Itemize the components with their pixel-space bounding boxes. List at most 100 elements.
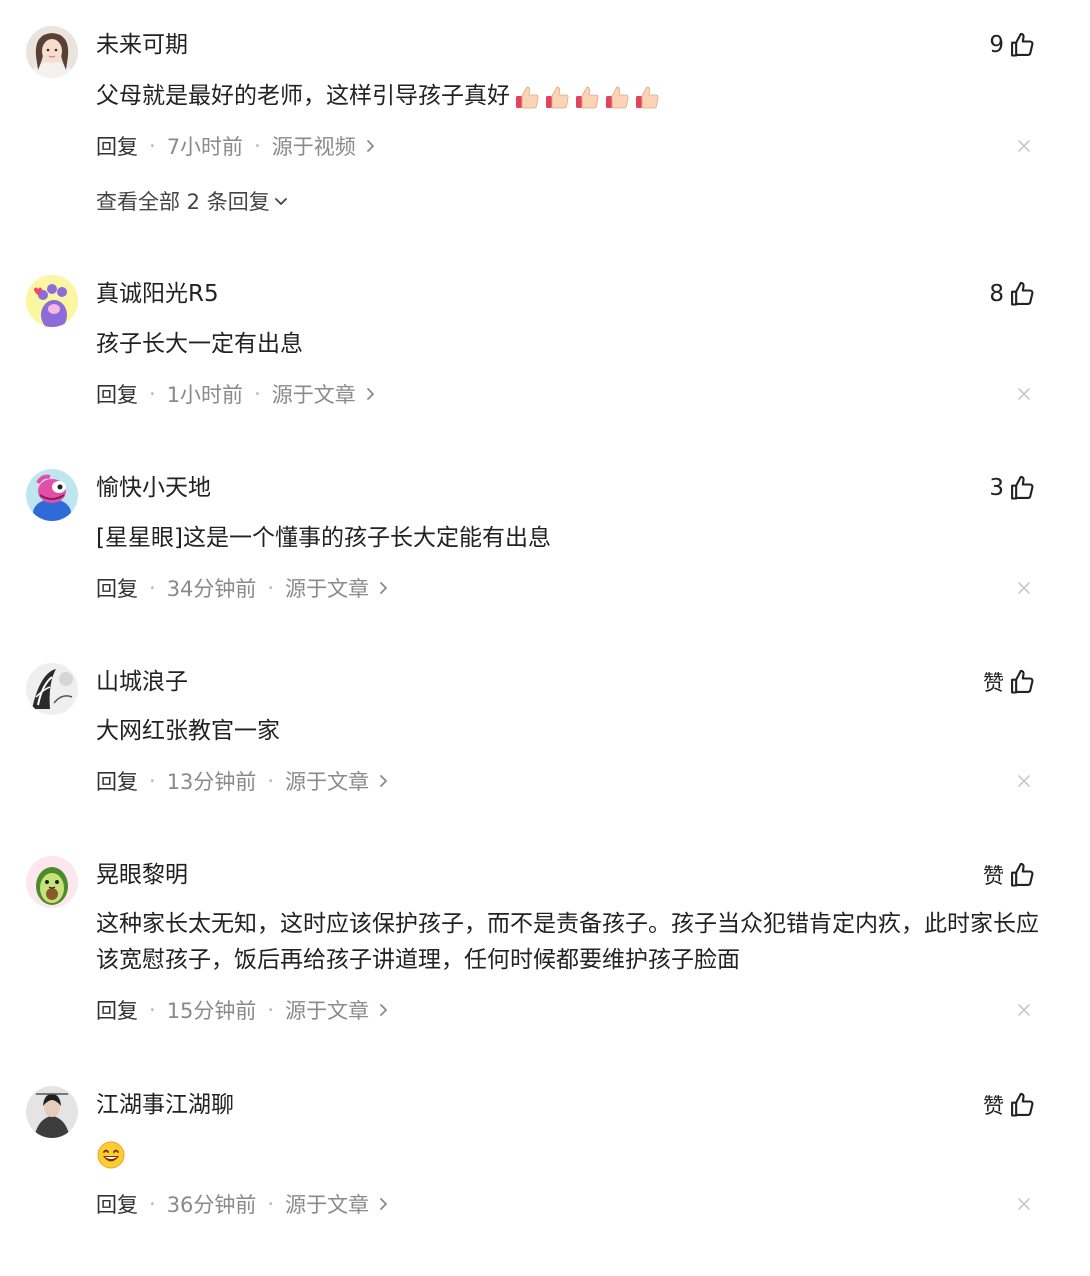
timestamp: 13分钟前 <box>166 770 257 794</box>
source-label: 源于文章 <box>285 577 370 601</box>
timestamp: 36分钟前 <box>166 1193 257 1217</box>
thumbs-up-emoji-icon <box>576 86 599 108</box>
like-count: 8 <box>989 281 1004 307</box>
comment-meta: 回复 · 7小时前 · 源于视频 <box>96 130 378 162</box>
reply-button[interactable]: 回复 <box>96 573 138 603</box>
source-label: 源于文章 <box>285 770 370 794</box>
view-all-replies-label: 查看全部 2 条回复 <box>96 190 270 214</box>
separator: · <box>267 769 275 793</box>
separator: · <box>254 134 261 158</box>
like-label: 赞 <box>983 1094 1004 1118</box>
grinning-face-emoji-icon <box>97 1141 125 1168</box>
source-link[interactable]: 源于视频 <box>272 131 378 161</box>
like-button[interactable]: 3 <box>989 471 1036 505</box>
comment-text: 孩子长大一定有出息 <box>96 331 303 357</box>
comment-text: 大网红张教官一家 <box>96 718 280 744</box>
comment-list: 未来可期 9 父母就是最好的老师，这样引导孩子真好 回复 · 7小时前 · 源于 <box>0 0 1090 1276</box>
avatar[interactable] <box>26 1086 78 1138</box>
like-button[interactable]: 赞 <box>983 858 1036 892</box>
username[interactable]: 真诚阳光R5 <box>96 277 219 311</box>
chevron-right-icon <box>380 1004 388 1016</box>
close-icon[interactable] <box>1016 138 1032 154</box>
reply-button[interactable]: 回复 <box>96 131 138 161</box>
close-icon[interactable] <box>1016 1196 1032 1212</box>
separator: · <box>149 382 156 406</box>
close-icon[interactable] <box>1016 386 1032 402</box>
thumbs-up-emoji-icon <box>516 86 539 108</box>
avatar[interactable] <box>26 663 78 715</box>
separator: · <box>267 576 275 600</box>
source-label: 源于视频 <box>271 135 356 159</box>
separator: · <box>149 134 156 158</box>
chevron-right-icon <box>366 140 374 152</box>
thumbs-up-icon <box>1011 281 1034 306</box>
like-button[interactable]: 9 <box>989 28 1036 62</box>
comment-meta: 回复 · 13分钟前 · 源于文章 <box>96 765 391 797</box>
source-label: 源于文章 <box>271 383 356 407</box>
avatar[interactable] <box>26 469 78 521</box>
like-button[interactable]: 赞 <box>983 665 1036 699</box>
thumbs-up-icon <box>1011 1092 1034 1117</box>
close-icon[interactable] <box>1016 580 1032 596</box>
separator: · <box>149 1192 156 1216</box>
like-count: 3 <box>989 475 1004 501</box>
chevron-right-icon <box>380 582 388 594</box>
chevron-down-icon <box>274 198 287 205</box>
thumbs-up-icon <box>1011 32 1034 57</box>
thumbs-up-icon <box>1011 862 1034 887</box>
close-icon[interactable] <box>1016 1002 1032 1018</box>
close-icon[interactable] <box>1016 773 1032 789</box>
like-count: 9 <box>989 32 1004 58</box>
separator: · <box>149 576 156 600</box>
like-label: 赞 <box>983 864 1004 888</box>
source-link[interactable]: 源于文章 <box>285 995 391 1025</box>
comment-meta: 回复 · 36分钟前 · 源于文章 <box>96 1188 391 1220</box>
timestamp: 15分钟前 <box>166 999 257 1023</box>
source-link[interactable]: 源于文章 <box>285 1189 391 1219</box>
comment-meta: 回复 · 34分钟前 · 源于文章 <box>96 572 391 604</box>
chevron-right-icon <box>380 775 388 787</box>
comment-meta: 回复 · 15分钟前 · 源于文章 <box>96 994 391 1026</box>
timestamp: 34分钟前 <box>166 577 257 601</box>
like-label: 赞 <box>983 671 1004 695</box>
separator: · <box>254 382 261 406</box>
avatar[interactable] <box>26 856 78 908</box>
thumbs-up-icon <box>1011 669 1034 694</box>
comment-meta: 回复 · 1小时前 · 源于文章 <box>96 378 378 410</box>
username[interactable]: 山城浪子 <box>96 665 188 699</box>
separator: · <box>149 769 156 793</box>
source-link[interactable]: 源于文章 <box>285 766 391 796</box>
avatar[interactable] <box>26 26 78 78</box>
separator: · <box>267 998 275 1022</box>
thumbs-up-emoji-icon <box>636 86 659 108</box>
avatar[interactable] <box>26 275 78 327</box>
comment-text: [星星眼]这是一个懂事的孩子长大定能有出息 <box>96 525 551 551</box>
like-button[interactable]: 8 <box>989 277 1036 311</box>
timestamp: 1小时前 <box>166 383 244 407</box>
thumbs-up-emoji-icon <box>606 86 629 108</box>
separator: · <box>267 1192 275 1216</box>
reply-button[interactable]: 回复 <box>96 766 138 796</box>
chevron-right-icon <box>366 388 374 400</box>
reply-button[interactable]: 回复 <box>96 995 138 1025</box>
chevron-right-icon <box>380 1198 388 1210</box>
reply-button[interactable]: 回复 <box>96 379 138 409</box>
thumbs-up-emoji-row <box>512 82 662 112</box>
source-label: 源于文章 <box>285 999 370 1023</box>
source-link[interactable]: 源于文章 <box>272 379 378 409</box>
reply-button[interactable]: 回复 <box>96 1189 138 1219</box>
comment-text: 父母就是最好的老师，这样引导孩子真好 <box>96 78 1042 114</box>
thumbs-up-icon <box>1011 475 1034 500</box>
username[interactable]: 江湖事江湖聊 <box>96 1088 234 1122</box>
comment-text <box>96 1136 1042 1172</box>
comment-text: 这种家长太无知，这时应该保护孩子，而不是责备孩子。孩子当众犯错肯定内疚，此时家长… <box>96 911 1039 973</box>
source-link[interactable]: 源于文章 <box>285 573 391 603</box>
like-button[interactable]: 赞 <box>983 1088 1036 1122</box>
timestamp: 7小时前 <box>166 135 244 159</box>
separator: · <box>149 998 156 1022</box>
username[interactable]: 愉快小天地 <box>96 471 211 505</box>
view-all-replies-button[interactable]: 查看全部 2 条回复 <box>96 185 290 217</box>
username[interactable]: 晃眼黎明 <box>96 858 188 892</box>
username[interactable]: 未来可期 <box>96 28 188 62</box>
source-label: 源于文章 <box>285 1193 370 1217</box>
